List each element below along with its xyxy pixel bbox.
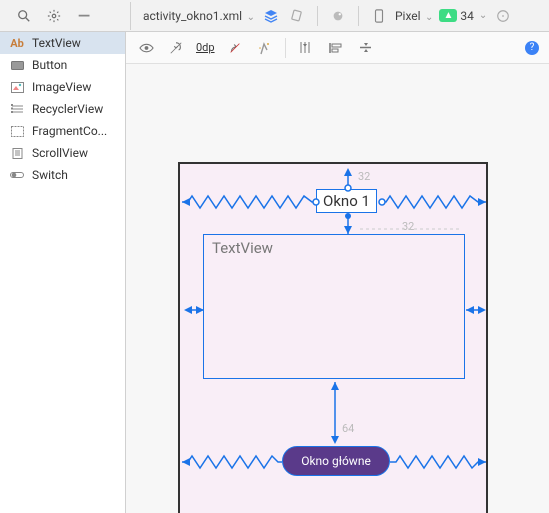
design-toolbar: 0dp ? — [126, 32, 549, 64]
palette-label: ScrollView — [32, 146, 88, 160]
palette-item-fragment[interactable]: FragmentCo... — [0, 120, 125, 142]
help-icon[interactable]: ? — [525, 41, 539, 55]
margin-label-bottom: 64 — [342, 422, 354, 435]
more-icon[interactable] — [493, 6, 513, 26]
device-icon[interactable] — [369, 6, 389, 26]
constraint-arrow-bottom — [325, 380, 345, 446]
device-selector[interactable]: Pixel ⌄ — [395, 9, 433, 23]
palette-item-button[interactable]: Button — [0, 54, 125, 76]
margin-label-top: 32 — [358, 170, 370, 183]
palette-item-switch[interactable]: Switch — [0, 164, 125, 186]
placed-textview[interactable]: TextView — [203, 234, 465, 379]
palette-label: RecyclerView — [32, 102, 103, 116]
palette-label: Switch — [32, 168, 68, 182]
palette-item-imageview[interactable]: ImageView — [0, 76, 125, 98]
imageview-icon — [10, 80, 24, 94]
switch-icon — [10, 168, 24, 182]
rotate-icon[interactable] — [287, 6, 307, 26]
android-icon: ▲ — [439, 9, 457, 22]
layers-icon[interactable] — [261, 6, 281, 26]
palette-label: FragmentCo... — [32, 124, 107, 138]
autoconnect-icon[interactable] — [166, 38, 186, 58]
infer-constraints-icon[interactable] — [255, 38, 275, 58]
device-frame: 32 Okno 1 32 TextView — [178, 162, 488, 513]
palette-label: ImageView — [32, 80, 91, 94]
button-icon — [10, 58, 24, 72]
constraint-arrow-left — [182, 304, 206, 316]
pack-icon[interactable] — [356, 38, 376, 58]
palette-item-scrollview[interactable]: ScrollView — [0, 142, 125, 164]
api-badge[interactable]: ▲ 34 ⌄ — [439, 9, 487, 23]
palette-label: TextView — [32, 36, 81, 50]
default-margin[interactable]: 0dp — [196, 41, 215, 54]
constraint-arrow-mid — [338, 214, 358, 236]
recyclerview-icon — [10, 102, 24, 116]
fragment-icon — [10, 124, 24, 138]
constraint-arrow-right — [464, 304, 488, 316]
scrollview-icon — [10, 146, 24, 160]
constraint-spring-horizontal-bottom — [180, 452, 490, 472]
eye-icon[interactable] — [136, 38, 156, 58]
theme-icon[interactable] — [328, 6, 348, 26]
top-toolbar: — activity_okno1.xml ⌄ Pixel ⌄ ▲ 34 ⌄ — [0, 0, 549, 32]
gear-icon[interactable] — [44, 6, 64, 26]
textview-icon: Ab — [10, 36, 24, 50]
clear-constraints-icon[interactable] — [225, 38, 245, 58]
minimize-icon[interactable]: — — [74, 6, 94, 26]
palette-item-textview[interactable]: Ab TextView — [0, 32, 125, 54]
align-icon[interactable] — [326, 38, 346, 58]
palette-sidebar: Ab TextView Button ImageView RecyclerVie… — [0, 32, 126, 513]
file-name[interactable]: activity_okno1.xml ⌄ — [143, 9, 255, 23]
palette-label: Button — [32, 58, 67, 72]
design-canvas[interactable]: 32 Okno 1 32 TextView — [126, 64, 549, 513]
guidelines-icon[interactable] — [296, 38, 316, 58]
search-icon[interactable] — [14, 6, 34, 26]
palette-item-recyclerview[interactable]: RecyclerView — [0, 98, 125, 120]
